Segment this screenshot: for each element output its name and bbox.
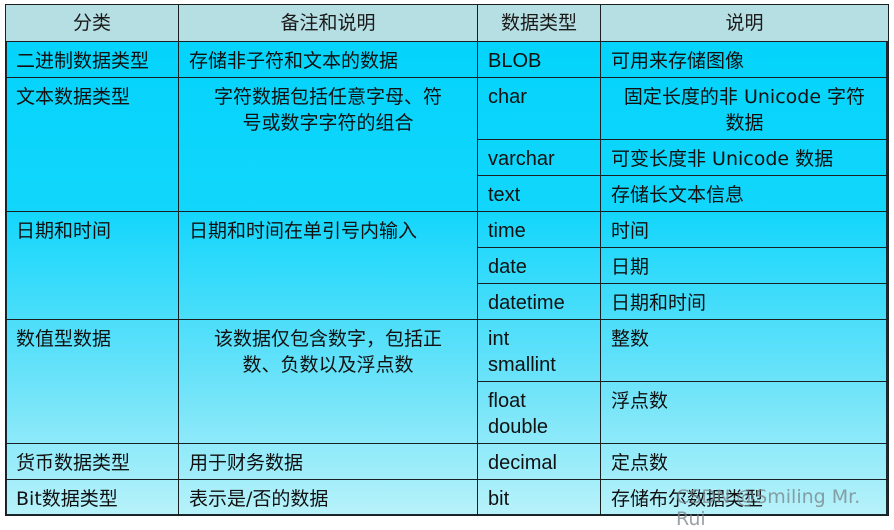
table-row: 文本数据类型 字符数据包括任意字母、符 号或数字字符的组合 char 固定长度的… bbox=[5, 77, 889, 212]
type-cell: char bbox=[477, 77, 601, 140]
note-cell: 日期和时间在单引号内输入 bbox=[178, 211, 478, 320]
category-cell: 日期和时间 bbox=[5, 211, 179, 320]
type-cell: BLOB bbox=[477, 41, 601, 78]
type-cell: date bbox=[477, 247, 601, 284]
category-cell: 货币数据类型 bbox=[5, 443, 179, 480]
desc-cell: 可变长度非 Unicode 数据 bbox=[600, 139, 889, 176]
note-cell: 存储非子符和文本的数据 bbox=[178, 41, 478, 78]
desc-cell: 时间 bbox=[600, 211, 889, 248]
note-line: 该数据仅包含数字，包括正 bbox=[213, 328, 442, 350]
type-cell: float double bbox=[477, 381, 601, 444]
type-cell: datetime bbox=[477, 283, 601, 320]
type-cell: int smallint bbox=[477, 319, 601, 382]
type-cell: time bbox=[477, 211, 601, 248]
data-types-table: 分类 备注和说明 数据类型 说明 二进制数据类型 存储非子符和文本的数据 BLO… bbox=[5, 4, 889, 516]
header-note: 备注和说明 bbox=[178, 4, 478, 42]
note-cell: 表示是/否的数据 bbox=[178, 479, 478, 516]
table-row: Bit数据类型 表示是/否的数据 bit 存储布尔数据类型 bbox=[5, 479, 889, 516]
desc-line: 数据 bbox=[725, 112, 764, 134]
header-description: 说明 bbox=[600, 4, 889, 42]
note-cell: 用于财务数据 bbox=[178, 443, 478, 480]
type-cell: bit bbox=[477, 479, 601, 516]
note-cell: 字符数据包括任意字母、符 号或数字字符的组合 bbox=[178, 77, 478, 212]
type-line: int bbox=[488, 328, 510, 350]
header-data-type: 数据类型 bbox=[477, 4, 601, 42]
desc-cell: 日期和时间 bbox=[600, 283, 889, 320]
desc-cell: 存储长文本信息 bbox=[600, 175, 889, 212]
type-line: smallint bbox=[488, 354, 556, 376]
category-cell: 数值型数据 bbox=[5, 319, 179, 444]
header-category: 分类 bbox=[5, 4, 179, 42]
table-row: 二进制数据类型 存储非子符和文本的数据 BLOB 可用来存储图像 bbox=[5, 41, 889, 78]
desc-cell: 固定长度的非 Unicode 字符 数据 bbox=[600, 77, 889, 140]
desc-cell: 整数 bbox=[600, 319, 889, 382]
category-cell: 二进制数据类型 bbox=[5, 41, 179, 78]
type-cell: decimal bbox=[477, 443, 601, 480]
type-cell: text bbox=[477, 175, 601, 212]
category-cell: 文本数据类型 bbox=[5, 77, 179, 212]
category-cell: Bit数据类型 bbox=[5, 479, 179, 516]
type-line: double bbox=[488, 416, 549, 438]
desc-cell: 可用来存储图像 bbox=[600, 41, 889, 78]
type-cell: varchar bbox=[477, 139, 601, 176]
desc-line: 固定长度的非 Unicode 字符 bbox=[623, 86, 866, 108]
note-cell: 该数据仅包含数字，包括正 数、负数以及浮点数 bbox=[178, 319, 478, 444]
desc-cell: 日期 bbox=[600, 247, 889, 284]
header-row: 分类 备注和说明 数据类型 说明 bbox=[5, 4, 889, 42]
desc-cell: 存储布尔数据类型 bbox=[600, 479, 889, 516]
desc-cell: 浮点数 bbox=[600, 381, 889, 444]
table-row: 货币数据类型 用于财务数据 decimal 定点数 bbox=[5, 443, 889, 480]
table-row: 日期和时间 日期和时间在单引号内输入 time 时间 bbox=[5, 211, 889, 320]
note-line: 数、负数以及浮点数 bbox=[242, 354, 414, 376]
note-line: 字符数据包括任意字母、符 bbox=[213, 86, 442, 108]
type-line: float bbox=[488, 390, 526, 412]
note-line: 号或数字字符的组合 bbox=[242, 112, 414, 134]
table-row: 数值型数据 该数据仅包含数字，包括正 数、负数以及浮点数 int smallin… bbox=[5, 319, 889, 444]
desc-cell: 定点数 bbox=[600, 443, 889, 480]
